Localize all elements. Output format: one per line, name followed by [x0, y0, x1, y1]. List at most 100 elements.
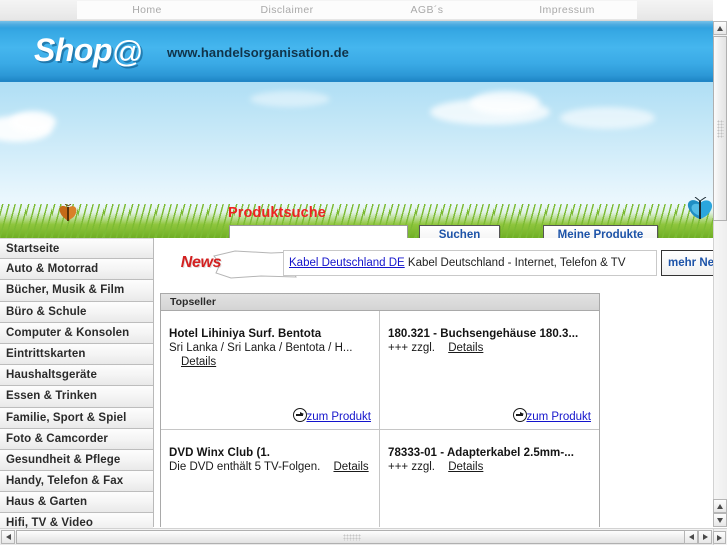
nav-item-disclaimer[interactable]: Disclaimer	[217, 1, 357, 19]
cloud-decoration	[250, 91, 330, 107]
product-footer: zum Produkt	[161, 403, 379, 429]
news-row: News Kabel Deutschland DE Kabel Deutschl…	[155, 248, 713, 281]
chevron-up-icon	[717, 25, 723, 31]
main-content: News Kabel Deutschland DE Kabel Deutschl…	[155, 238, 713, 527]
product-details-line: Details	[169, 356, 371, 368]
chevron-left-icon	[688, 534, 694, 540]
scroll-left-button-end[interactable]	[684, 530, 698, 544]
details-link[interactable]: Details	[448, 342, 483, 354]
sidebar-item-buecher-musik-film[interactable]: Bücher, Musik & Film	[0, 280, 153, 302]
product-body: DVD Winx Club (1. Die DVD enthält 5 TV-F…	[161, 430, 379, 522]
shop-header-bar: Shop@ www.handelsorganisation.de	[0, 21, 713, 82]
sidebar-item-eintrittskarten[interactable]: Eintrittskarten	[0, 343, 153, 366]
horizontal-scrollbar[interactable]	[0, 528, 713, 545]
table-row: DVD Winx Club (1. Die DVD enthält 5 TV-F…	[161, 429, 599, 527]
cloud-decoration	[10, 111, 56, 133]
sidebar-item-haus-garten[interactable]: Haus & Garten	[0, 492, 153, 514]
product-description: Sri Lanka / Sri Lanka / Bentota / H...	[169, 342, 353, 354]
arrow-right-icon	[293, 408, 307, 422]
search-input[interactable]	[229, 225, 408, 238]
horizontal-scrollbar-thumb[interactable]	[16, 530, 687, 544]
news-ticker: Kabel Deutschland DE Kabel Deutschland -…	[283, 250, 657, 276]
chevron-down-icon	[717, 517, 723, 523]
nav-item-agb[interactable]: AGB´s	[357, 1, 497, 19]
shop-logo-text: Shop	[34, 32, 112, 68]
vertical-scrollbar[interactable]	[713, 21, 727, 527]
news-link[interactable]: Kabel Deutschland DE	[289, 257, 405, 269]
sidebar-item-buero-schule[interactable]: Büro & Schule	[0, 301, 153, 323]
scroll-right-button[interactable]	[698, 530, 712, 544]
scroll-down-button[interactable]	[713, 513, 727, 527]
go-to-product-link[interactable]: zum Produkt	[306, 411, 371, 423]
sidebar-item-auto-motorrad[interactable]: Auto & Motorrad	[0, 259, 153, 281]
product-description: +++ zzgl. Details	[388, 461, 591, 473]
chevron-left-icon	[5, 534, 11, 540]
blue-butterfly-icon	[687, 197, 713, 219]
product-title: 78333-01 - Adapterkabel 2.5mm-...	[388, 447, 574, 459]
nav-item-home[interactable]: Home	[77, 1, 217, 19]
product-footer: zum Produkt	[161, 522, 379, 527]
product-description-text: +++ zzgl.	[388, 342, 435, 354]
topseller-panel: Topseller Hotel Lihiniya Surf. Bentota S…	[160, 293, 600, 527]
product-cell[interactable]: Hotel Lihiniya Surf. Bentota Sri Lanka /…	[161, 311, 380, 429]
sidebar-item-startseite[interactable]: Startseite	[0, 238, 153, 260]
product-search-label: Produktsuche	[228, 205, 326, 221]
orange-butterfly-icon	[59, 204, 77, 221]
search-submit-button[interactable]: Suchen	[419, 225, 500, 238]
scroll-left-button[interactable]	[1, 530, 15, 544]
product-footer: zum Produkt	[380, 522, 599, 527]
arrow-right-icon	[513, 408, 527, 422]
resize-grip-icon[interactable]	[713, 531, 726, 544]
category-sidebar: Startseite Auto & Motorrad Bücher, Musik…	[0, 238, 154, 535]
sidebar-item-handy-telefon-fax[interactable]: Handy, Telefon & Fax	[0, 471, 153, 493]
sidebar-item-foto-camcorder[interactable]: Foto & Camcorder	[0, 428, 153, 450]
go-to-product-link[interactable]: zum Produkt	[526, 411, 591, 423]
scroll-up-button-bottom[interactable]	[713, 499, 727, 513]
product-description-text: +++ zzgl.	[388, 461, 435, 473]
product-title: Hotel Lihiniya Surf. Bentota	[169, 328, 322, 340]
nav-item-impressum[interactable]: Impressum	[497, 1, 637, 19]
news-text: Kabel Deutschland - Internet, Telefon & …	[407, 257, 626, 269]
details-link[interactable]: Details	[333, 461, 368, 473]
cloud-decoration	[560, 107, 655, 129]
scroll-up-button[interactable]	[713, 21, 727, 35]
scrollbar-grip-icon	[342, 534, 361, 541]
top-navigation-bar: Home Disclaimer AGB´s Impressum	[0, 0, 713, 21]
scrollbar-corner	[713, 528, 727, 545]
product-title: 180.321 - Buchsengehäuse 180.3...	[388, 328, 579, 340]
details-link[interactable]: Details	[448, 461, 483, 473]
product-cell[interactable]: 180.321 - Buchsengehäuse 180.3... +++ zz…	[380, 311, 599, 429]
more-news-button[interactable]: mehr News	[661, 250, 713, 276]
shop-logo[interactable]: Shop@	[34, 32, 143, 70]
sidebar-item-haushaltsgeraete[interactable]: Haushaltsgeräte	[0, 365, 153, 387]
table-row: Hotel Lihiniya Surf. Bentota Sri Lanka /…	[161, 311, 599, 429]
news-badge-label: News	[180, 254, 222, 271]
sidebar-item-familie-sport-spiel[interactable]: Familie, Sport & Spiel	[0, 407, 153, 429]
product-description-text: Die DVD enthält 5 TV-Folgen.	[169, 461, 321, 473]
topseller-header: Topseller	[161, 294, 599, 311]
site-url-text: www.handelsorganisation.de	[167, 45, 349, 60]
product-cell[interactable]: DVD Winx Club (1. Die DVD enthält 5 TV-F…	[161, 430, 380, 527]
chevron-up-icon	[717, 503, 723, 509]
product-footer: zum Produkt	[380, 403, 599, 429]
product-description: +++ zzgl. Details	[388, 342, 591, 354]
sidebar-item-computer-konsolen[interactable]: Computer & Konsolen	[0, 322, 153, 344]
site-banner: Shop@ www.handelsorganisation.de Produkt…	[0, 21, 713, 238]
product-body: Hotel Lihiniya Surf. Bentota Sri Lanka /…	[161, 311, 379, 403]
product-body: 78333-01 - Adapterkabel 2.5mm-... +++ zz…	[380, 430, 599, 522]
details-link[interactable]: Details	[181, 356, 216, 368]
product-body: 180.321 - Buchsengehäuse 180.3... +++ zz…	[380, 311, 599, 403]
cloud-decoration	[470, 91, 540, 115]
sidebar-item-gesundheit-pflege[interactable]: Gesundheit & Pflege	[0, 449, 153, 472]
chevron-right-icon	[702, 534, 708, 540]
at-symbol-icon: @	[111, 34, 143, 69]
top-navigation-items: Home Disclaimer AGB´s Impressum	[77, 1, 637, 19]
browser-viewport: Home Disclaimer AGB´s Impressum Shop@ ww…	[0, 0, 727, 545]
chevron-right-icon	[717, 534, 722, 541]
vertical-scrollbar-thumb[interactable]	[713, 36, 727, 221]
sidebar-item-essen-trinken[interactable]: Essen & Trinken	[0, 386, 153, 408]
product-description: Die DVD enthält 5 TV-Folgen. Details	[169, 461, 371, 473]
product-title: DVD Winx Club (1.	[169, 447, 271, 459]
product-cell[interactable]: 78333-01 - Adapterkabel 2.5mm-... +++ zz…	[380, 430, 599, 527]
my-products-button[interactable]: Meine Produkte	[543, 225, 658, 238]
